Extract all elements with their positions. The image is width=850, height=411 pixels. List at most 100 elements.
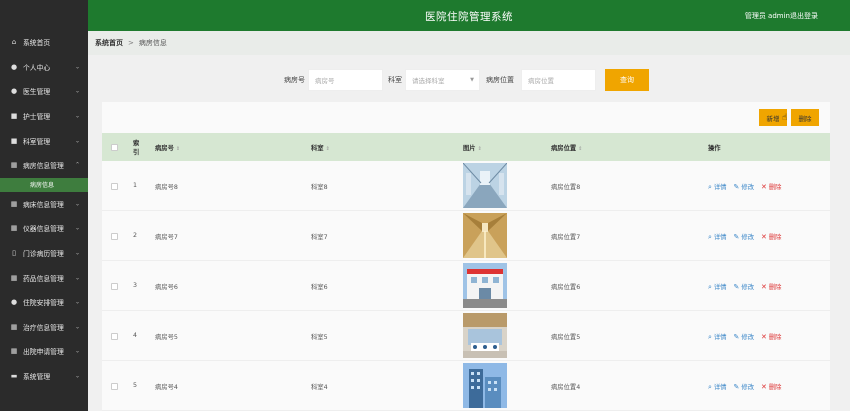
breadcrumb-home[interactable]: 系统首页 — [95, 38, 123, 48]
column-picture[interactable]: 图片 ⇕ — [463, 143, 482, 152]
detail-label: 详情 — [713, 234, 727, 241]
breadcrumb-current: 病房信息 — [138, 39, 167, 47]
column-picture-label: 图片 — [463, 145, 476, 152]
sidebar-item[interactable]: ■ 护士管理 ⌄ — [0, 104, 88, 129]
pencil-icon: ✎ — [733, 183, 740, 191]
row-checkbox[interactable] — [111, 183, 118, 190]
bed-icon: ▦ — [10, 199, 18, 208]
breadcrumb-separator: > — [128, 39, 134, 47]
edit-link[interactable]: ✎ 修改 — [734, 333, 754, 341]
row-actions: ⌕ 详情 ✎ 修改 ✕ 删除 — [708, 232, 781, 242]
edit-link[interactable]: ✎ 修改 — [734, 283, 754, 291]
pencil-icon: ✎ — [733, 233, 740, 241]
detail-link[interactable]: ⌕ 详情 — [708, 383, 727, 391]
column-department[interactable]: 科室 ⇕ — [311, 143, 330, 152]
system-icon: ▬ — [10, 372, 18, 381]
edit-link[interactable]: ✎ 修改 — [733, 183, 754, 191]
sidebar-item[interactable]: ▦ 病房信息管理 ⌃ — [0, 153, 88, 178]
sidebar-item[interactable]: ▬ 系统管理 ⌄ — [0, 364, 88, 389]
column-ward-no[interactable]: 病房号 ⇕ — [155, 143, 180, 152]
sidebar-item-label: 系统管理 — [23, 373, 51, 382]
current-user: 管理员 admin — [744, 12, 790, 20]
detail-label: 详情 — [713, 384, 727, 391]
row-checkbox[interactable] — [111, 383, 118, 390]
top-bar: 医院住院管理系统 管理员 admin 退出登录 — [88, 0, 850, 31]
doctor-icon: ● — [10, 87, 18, 96]
query-button[interactable]: 查询 — [605, 69, 649, 91]
sidebar-item-label: 科室管理 — [23, 137, 51, 146]
sidebar-subitem-ward-info[interactable]: 病房信息 — [0, 177, 88, 192]
sidebar-item-label: 治疗信息管理 — [23, 323, 64, 332]
row-department: 科室8 — [311, 184, 328, 191]
delete-link[interactable]: ✕ 删除 — [760, 233, 782, 241]
sidebar-item[interactable]: ▦ 仪器信息管理 ⌄ — [0, 216, 88, 241]
sidebar-item[interactable]: ▦ 出院申请管理 ⌄ — [0, 339, 88, 364]
sidebar-item[interactable]: ▦ 病床信息管理 ⌄ — [0, 192, 88, 217]
department-select[interactable]: 请选择科室 ▼ — [405, 69, 480, 91]
sidebar-item[interactable]: ● 个人中心 ⌄ — [0, 55, 88, 80]
department-label: 科室 — [388, 76, 402, 84]
edit-link[interactable]: ✎ 修改 — [733, 233, 754, 241]
ward-no-input[interactable]: 病房号 — [308, 69, 383, 91]
main-content: 病房号 病房号 科室 请选择科室 ▼ 病房位置 病房位置 查询 新增 删除 ☝ … — [88, 55, 850, 411]
chevron-down-icon: ⌄ — [74, 87, 80, 95]
edit-label: 修改 — [741, 334, 754, 341]
app-title: 医院住院管理系统 — [425, 11, 513, 23]
delete-link[interactable]: ✕ 删除 — [761, 183, 781, 191]
detail-label: 详情 — [713, 184, 727, 191]
chevron-down-icon: ⌄ — [74, 298, 80, 306]
edit-label: 修改 — [741, 284, 754, 291]
row-checkbox[interactable] — [111, 283, 118, 290]
chevron-down-icon: ⌄ — [74, 200, 80, 208]
column-index: 索引 — [133, 140, 140, 156]
sidebar-item-label: 仪器信息管理 — [23, 225, 64, 234]
treatment-icon: ▦ — [10, 322, 18, 331]
ward-no-label: 病房号 — [284, 76, 305, 84]
row-department: 科室4 — [311, 384, 328, 391]
table-row: 5 病房号4 科室4 病房位置4 ⌕ 详情 ✎ 修改 ✕ 删除 — [102, 361, 830, 411]
detail-link[interactable]: ⌕ 详情 — [708, 183, 727, 191]
search-bar: 病房号 病房号 科室 请选择科室 ▼ 病房位置 病房位置 查询 — [88, 69, 850, 91]
sidebar-item[interactable]: ▦ 治疗信息管理 ⌄ — [0, 315, 88, 340]
sort-icon: ⇕ — [175, 146, 181, 152]
sidebar-item[interactable]: ● 医生管理 ⌄ — [0, 79, 88, 104]
column-department-label: 科室 — [311, 145, 324, 152]
sidebar-item[interactable]: ■ 科室管理 ⌄ — [0, 128, 88, 153]
location-input[interactable]: 病房位置 — [521, 69, 596, 91]
row-actions: ⌕ 详情 ✎ 修改 ✕ 删除 — [708, 182, 781, 192]
edit-link[interactable]: ✎ 修改 — [734, 383, 754, 391]
delete-button[interactable]: 删除 — [791, 109, 819, 126]
select-all-checkbox[interactable] — [111, 144, 118, 151]
row-department: 科室6 — [311, 284, 328, 291]
sidebar-item[interactable]: ▯ 门诊病历管理 ⌄ — [0, 241, 88, 266]
row-checkbox[interactable] — [111, 233, 118, 240]
delete-link[interactable]: ✕ 删除 — [761, 383, 781, 391]
column-location[interactable]: 病房位置 ⇕ — [551, 143, 582, 152]
row-ward-no: 病房号5 — [155, 334, 178, 341]
logout-link[interactable]: 退出登录 — [790, 11, 818, 21]
user-icon: ● — [10, 62, 18, 71]
delete-label: 删除 — [768, 234, 782, 241]
chevron-down-icon: ⌄ — [74, 63, 80, 71]
row-location: 病房位置5 — [551, 334, 581, 341]
chevron-up-icon: ⌃ — [74, 161, 80, 169]
detail-link[interactable]: ⌕ 详情 — [708, 233, 727, 241]
close-icon: ✕ — [760, 233, 767, 241]
delete-link[interactable]: ✕ 删除 — [761, 333, 781, 341]
search-icon: ⌕ — [708, 383, 712, 391]
row-location: 病房位置4 — [551, 384, 581, 391]
sidebar-item[interactable]: ● 住院安排管理 ⌄ — [0, 290, 88, 315]
table-row: 2 病房号7 科室7 病房位置7 ⌕ 详情 ✎ 修改 ✕ 删除 — [102, 211, 830, 261]
chevron-down-icon: ⌄ — [74, 323, 80, 331]
row-index: 3 — [133, 282, 138, 289]
column-ward-no-label: 病房号 — [155, 145, 174, 152]
chevron-down-icon: ⌄ — [74, 347, 80, 355]
delete-link[interactable]: ✕ 删除 — [761, 283, 781, 291]
ward-icon: ▦ — [10, 161, 18, 170]
detail-link[interactable]: ⌕ 详情 — [708, 333, 727, 341]
edit-label: 修改 — [741, 234, 754, 241]
row-checkbox[interactable] — [111, 333, 118, 340]
sidebar-item[interactable]: ▦ 药品信息管理 ⌄ — [0, 265, 88, 290]
sidebar-item[interactable]: ⌂ 系统首页 — [0, 30, 88, 55]
detail-link[interactable]: ⌕ 详情 — [708, 283, 727, 291]
